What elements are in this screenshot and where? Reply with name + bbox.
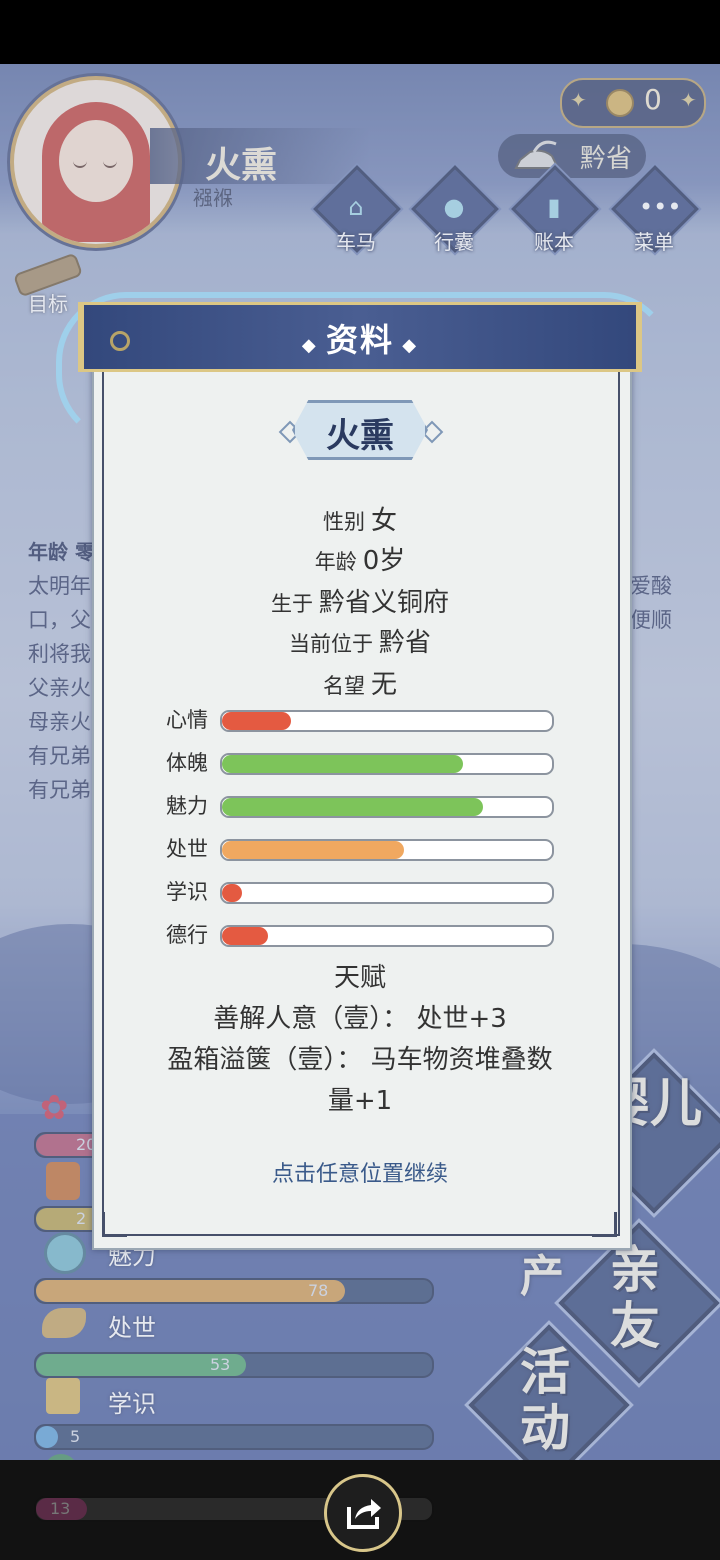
stat-label: 心情 xyxy=(166,708,208,732)
info-gender: 性别女 xyxy=(92,500,628,537)
stat-fill xyxy=(222,884,242,902)
stat-fill xyxy=(222,798,483,816)
stat-fill xyxy=(222,927,269,945)
talent-item: 盈箱溢箧（壹）： 马车物资堆叠数 xyxy=(167,1045,553,1075)
dialog-header: ◆ 资料 ◆ xyxy=(78,302,642,372)
info-key: 性别 xyxy=(322,510,365,534)
info-birthplace: 生于 黔省义铜府 xyxy=(92,582,628,619)
stat-row-charm: 魅力 xyxy=(160,792,560,820)
info-value: 黔省义铜府 xyxy=(318,588,449,618)
stat-track xyxy=(220,925,554,947)
status-bar xyxy=(0,0,720,64)
stat-label: 德行 xyxy=(166,923,208,947)
character-name: 火熏 xyxy=(326,416,394,456)
stat-label: 体魄 xyxy=(166,751,208,775)
stat-row-knowledge: 学识 xyxy=(160,878,560,906)
info-key: 名望 xyxy=(322,674,365,698)
stat-value: 13 xyxy=(50,1499,71,1518)
name-tag: 火熏 xyxy=(278,400,444,462)
info-reputation: 名望无 xyxy=(92,664,628,701)
stat-row-physique: 体魄 xyxy=(160,749,560,777)
stat-track xyxy=(220,882,554,904)
share-button[interactable] xyxy=(324,1474,402,1552)
stat-track xyxy=(220,839,554,861)
info-key: 生于 xyxy=(270,592,313,616)
stat-row-virtue: 德行 xyxy=(160,921,560,949)
talent-item: 善解人意（壹）： 处世+3 xyxy=(213,1004,507,1034)
stat-label: 处世 xyxy=(166,837,208,861)
stat-track xyxy=(220,796,554,818)
stat-row-mood: 心情 xyxy=(160,706,560,734)
continue-hint[interactable]: 点击任意位置继续 xyxy=(92,1156,628,1188)
info-value: 0岁 xyxy=(362,546,406,576)
stat-track xyxy=(220,753,554,775)
info-location: 当前位于 黔省 xyxy=(92,622,628,659)
info-value: 黔省 xyxy=(378,628,431,658)
info-age: 年龄 0岁 xyxy=(92,540,628,577)
info-key: 当前位于 xyxy=(288,632,373,656)
share-icon xyxy=(347,1499,381,1529)
dialog-title: ◆ 资料 ◆ xyxy=(84,315,636,361)
stat-row-worldly: 处世 xyxy=(160,835,560,863)
corner-ornament xyxy=(592,1212,617,1237)
stat-fill xyxy=(222,841,404,859)
diamond-bullet-icon: ◆ xyxy=(394,335,419,356)
talent-item-continued: 量+1 xyxy=(327,1086,393,1116)
info-value: 无 xyxy=(370,670,397,700)
stat-fill xyxy=(222,755,463,773)
corner-ornament xyxy=(102,1212,127,1237)
talent-title: 天赋 xyxy=(333,963,386,993)
stat-track xyxy=(220,710,554,732)
stat-fill xyxy=(222,712,292,730)
dialog-title-text: 资料 xyxy=(325,321,394,359)
info-value: 女 xyxy=(370,506,397,536)
info-key: 年龄 xyxy=(314,550,357,574)
stat-label: 魅力 xyxy=(166,794,208,818)
diamond-bullet-icon: ◆ xyxy=(301,335,326,356)
stat-label: 学识 xyxy=(166,880,208,904)
